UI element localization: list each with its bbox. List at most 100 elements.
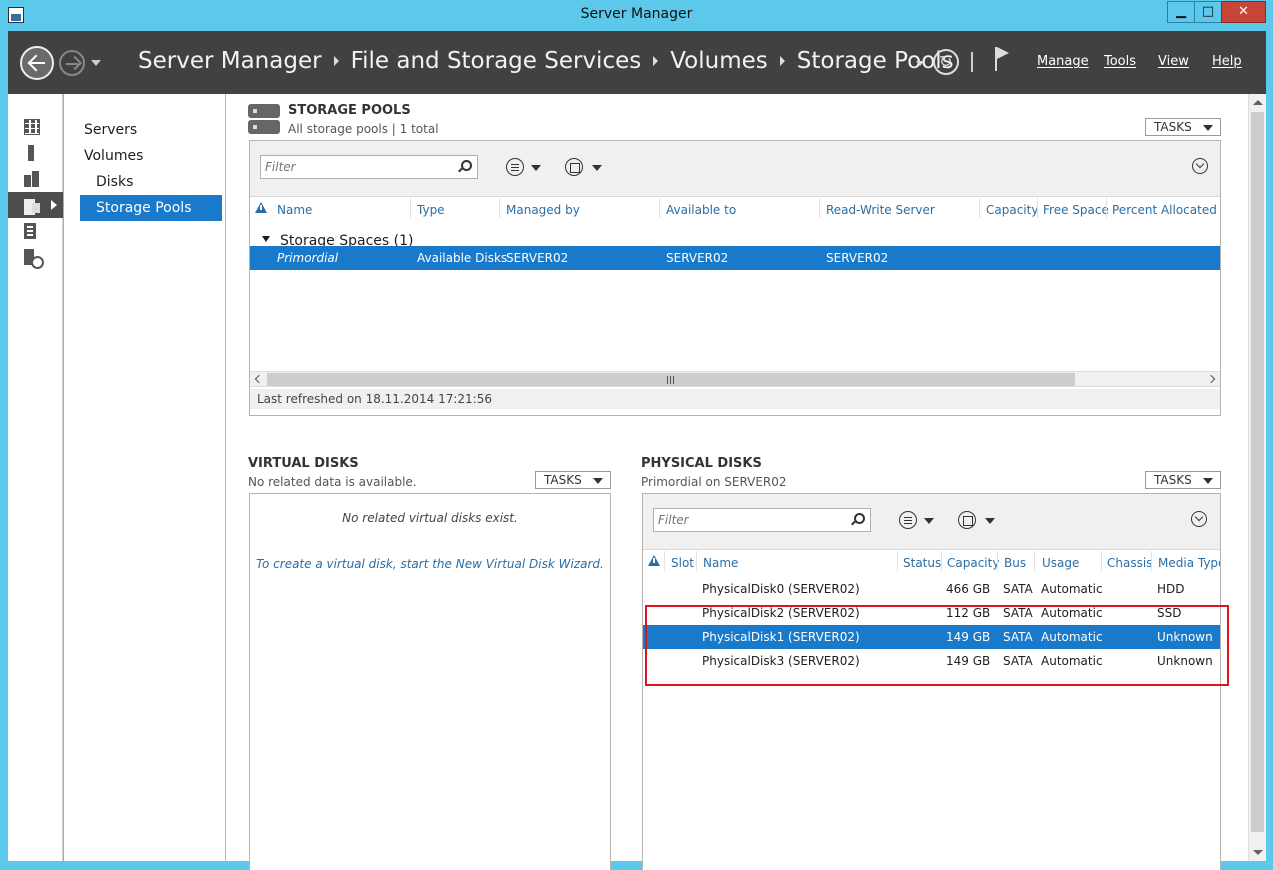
breadcrumb-server-manager[interactable]: Server Manager (138, 48, 322, 74)
column-header-managed-by[interactable]: Managed by (506, 203, 580, 217)
breadcrumb-volumes[interactable]: Volumes (670, 48, 768, 74)
virtual-disks-tasks-button[interactable]: TASKS (535, 471, 611, 489)
menu-view[interactable]: View (1158, 54, 1189, 69)
query-options-dropdown-icon[interactable] (531, 165, 541, 171)
breadcrumb-separator-icon (333, 56, 339, 66)
rail-item-all-servers[interactable] (8, 166, 63, 192)
storage-pool-icon (248, 104, 280, 134)
expand-chevron-icon[interactable] (1192, 158, 1208, 174)
virtual-disks-empty-message: No related virtual disks exist. (342, 511, 518, 525)
horizontal-scrollbar[interactable] (250, 371, 1220, 387)
column-header-name[interactable]: Name (277, 203, 312, 217)
column-header-chassis[interactable]: Chassis (1107, 556, 1152, 570)
new-virtual-disk-wizard-link[interactable]: To create a virtual disk, start the New … (250, 557, 610, 571)
annotation-highlight-box (645, 605, 1229, 686)
physical-disks-title: PHYSICAL DISKS (641, 456, 762, 471)
warning-column-icon[interactable] (648, 555, 660, 566)
breadcrumb-separator-icon (653, 56, 659, 66)
storage-pools-subtitle: All storage pools | 1 total (288, 122, 439, 136)
physical-disks-tasks-button[interactable]: TASKS (1145, 471, 1221, 489)
column-header-capacity[interactable]: Capacity (947, 556, 999, 570)
table-row[interactable]: PhysicalDisk0 (SERVER02) 466 GB SATA Aut… (643, 577, 1220, 601)
nav-item-disks[interactable]: Disks (80, 169, 222, 195)
column-header-bus[interactable]: Bus (1004, 556, 1026, 570)
all-servers-icon (24, 171, 40, 187)
physical-disks-filter-bar (643, 494, 1220, 550)
vertical-scrollbar[interactable] (1248, 94, 1266, 861)
main-content: STORAGE POOLS All storage pools | 1 tota… (226, 94, 1248, 870)
search-icon[interactable] (854, 513, 865, 524)
physical-disks-subtitle: Primordial on SERVER02 (641, 475, 787, 489)
role-icon-rail (8, 94, 63, 861)
column-header-slot[interactable]: Slot (671, 556, 694, 570)
column-header-read-write-server[interactable]: Read-Write Server (826, 203, 935, 217)
close-button[interactable]: ✕ (1221, 1, 1266, 23)
column-header-type[interactable]: Type (417, 203, 445, 217)
scrollbar-thumb[interactable] (1251, 112, 1264, 832)
query-options-dropdown-icon[interactable] (924, 518, 934, 524)
menu-manage[interactable]: Manage (1037, 54, 1089, 69)
storage-pools-tasks-button[interactable]: TASKS (1145, 118, 1221, 136)
history-dropdown-icon[interactable] (91, 60, 101, 66)
header-bar: Server Manager File and Storage Services… (8, 31, 1266, 94)
search-icon[interactable] (461, 160, 472, 171)
rail-item-wsus[interactable] (8, 244, 63, 270)
header-divider (971, 52, 973, 72)
column-header-usage[interactable]: Usage (1042, 556, 1079, 570)
storage-pools-filter-input[interactable] (260, 155, 478, 179)
virtual-disks-panel: No related virtual disks exist. To creat… (249, 493, 611, 870)
last-refreshed-status: Last refreshed on 18.11.2014 17:21:56 (250, 389, 1220, 409)
query-options-icon[interactable] (506, 158, 524, 176)
window-title: Server Manager (580, 6, 693, 22)
nav-item-volumes[interactable]: Volumes (80, 143, 222, 169)
query-options-icon[interactable] (899, 511, 917, 529)
physical-disks-filter-input[interactable] (653, 508, 871, 532)
warning-column-icon[interactable] (255, 202, 267, 213)
scroll-up-icon[interactable] (1253, 100, 1263, 105)
rail-item-local-server[interactable] (8, 140, 63, 166)
server-manager-window: Server Manager ▁ □ ✕ Server Manager File… (0, 0, 1273, 870)
breadcrumb-dropdown-icon[interactable] (916, 61, 924, 66)
virtual-disks-subtitle: No related data is available. (248, 475, 417, 489)
rail-item-file-storage[interactable] (8, 192, 63, 218)
nav-item-storage-pools[interactable]: Storage Pools (80, 195, 222, 221)
table-row[interactable]: Primordial Available Disks SERVER02 SERV… (250, 246, 1220, 270)
rail-item-iis[interactable] (8, 218, 63, 244)
storage-pools-title: STORAGE POOLS (288, 103, 411, 118)
column-header-status[interactable]: Status (903, 556, 941, 570)
scroll-right-icon[interactable] (1206, 374, 1216, 384)
column-header-percent-allocated[interactable]: Percent Allocated (1112, 203, 1217, 217)
refresh-icon[interactable] (933, 49, 959, 75)
save-query-dropdown-icon[interactable] (985, 518, 995, 524)
storage-pools-filter-bar (250, 141, 1220, 197)
save-query-icon[interactable] (958, 511, 976, 529)
nav-item-servers[interactable]: Servers (80, 117, 222, 143)
save-query-dropdown-icon[interactable] (592, 165, 602, 171)
local-server-icon (24, 145, 40, 161)
storage-pools-panel: Name Type Managed by Available to Read-W… (249, 140, 1221, 416)
column-header-free-space[interactable]: Free Space (1043, 203, 1109, 217)
menu-help[interactable]: Help (1212, 54, 1242, 69)
column-header-available-to[interactable]: Available to (666, 203, 736, 217)
breadcrumb-storage-pools[interactable]: Storage Pools (797, 48, 954, 74)
rail-item-dashboard[interactable] (8, 114, 63, 140)
file-storage-icon (24, 197, 40, 215)
notifications-flag-icon[interactable] (993, 47, 1011, 73)
column-header-media-type[interactable]: Media Type (1158, 556, 1220, 570)
save-query-icon[interactable] (565, 158, 583, 176)
column-header-capacity[interactable]: Capacity (986, 203, 1038, 217)
breadcrumb: Server Manager File and Storage Services… (138, 48, 954, 74)
column-header-name[interactable]: Name (703, 556, 738, 570)
collapse-triangle-icon (262, 236, 270, 242)
scroll-left-icon[interactable] (254, 374, 264, 384)
back-arrow-icon[interactable] (20, 46, 54, 80)
forward-arrow-icon[interactable] (59, 50, 85, 76)
breadcrumb-file-storage[interactable]: File and Storage Services (351, 48, 642, 74)
scrollbar-thumb[interactable] (267, 373, 1075, 386)
menu-tools[interactable]: Tools (1104, 54, 1136, 69)
expand-chevron-icon[interactable] (1191, 511, 1207, 527)
maximize-button[interactable]: □ (1194, 1, 1221, 23)
title-bar: Server Manager ▁ □ ✕ (0, 0, 1273, 30)
minimize-button[interactable]: ▁ (1167, 1, 1194, 23)
scroll-down-icon[interactable] (1253, 850, 1263, 855)
